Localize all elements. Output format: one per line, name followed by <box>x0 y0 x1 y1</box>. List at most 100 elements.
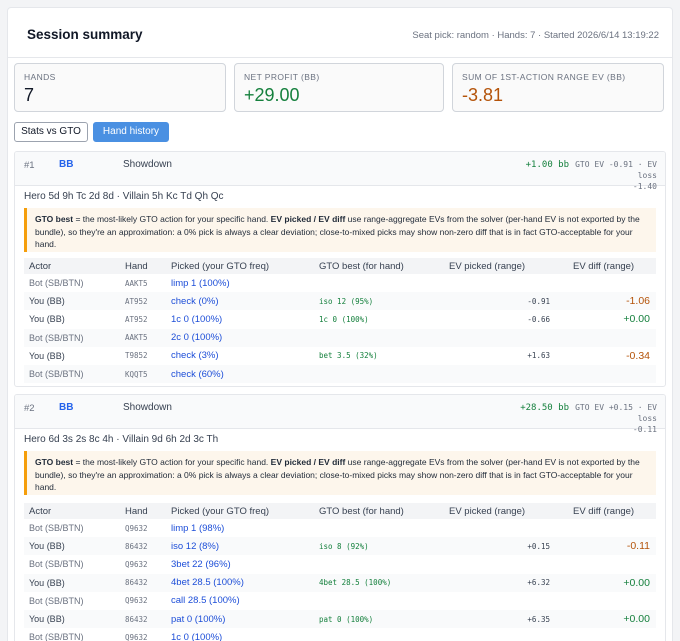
column-header: Hand <box>120 503 166 519</box>
ev-picked-cell: +6.32 <box>444 573 568 592</box>
hand-number: #1 <box>24 160 35 171</box>
table-row: Bot (SB/BTN) AAKT5 limp 1 (100%) <box>24 274 656 292</box>
ev-diff-cell <box>568 628 656 641</box>
actor-cell: Bot (SB/BTN) <box>29 559 84 570</box>
summary-header: Session summary Seat pick: random · Hand… <box>8 8 672 58</box>
actor-cell: You (BB) <box>24 573 120 592</box>
hand-cell: KQQT5 <box>120 364 166 384</box>
ev-picked-cell <box>444 274 568 292</box>
column-header: GTO best (for hand) <box>314 503 444 519</box>
tab-hand-history[interactable]: Hand history <box>93 122 169 142</box>
range-ev-card: SUM OF 1ST-ACTION RANGE EV (BB) -3.81 <box>452 63 664 112</box>
hand-card: #2 BB Showdown +28.50 bb GTO EV +0.15 · EV l… <box>14 394 666 641</box>
actor-cell: Bot (SB/BTN) <box>24 328 120 347</box>
picked-cell: limp 1 (98%) <box>171 522 225 534</box>
column-header: Picked (your GTO freq) <box>166 503 314 519</box>
note-text: = the most-likely GTO action for your sp… <box>73 214 271 224</box>
hand-cell: AAKT5 <box>125 278 148 288</box>
hand-header[interactable]: #1 BB Showdown +1.00 bb GTO EV -0.91 · EV lo… <box>15 152 665 191</box>
ev-diff-cell <box>568 274 656 292</box>
gto-best-cell: 4bet 28.5 (100%) <box>314 573 444 592</box>
picked-cell: pat 0 (100%) <box>166 609 314 629</box>
table-row: Bot (SB/BTN) AAKT5 2c 0 (100%) <box>24 328 656 347</box>
hand-cards: Hero 6d 3s 2s 8c 4h · Villain 9d 6h 2d 3… <box>24 434 219 445</box>
table-header-row: Actor Hand Picked (your GTO freq) GTO best … <box>24 258 656 274</box>
gto-best-cell: bet 3.5 (32%) <box>319 351 378 361</box>
note-term: GTO best <box>35 457 74 467</box>
hand-number: #2 <box>24 403 35 414</box>
table-row: Bot (SB/BTN) Q9632 call 28.5 (100%) <box>24 592 656 610</box>
column-header: Hand <box>120 258 166 274</box>
ev-picked-cell <box>444 328 568 347</box>
ev-diff-cell: +0.00 <box>568 609 656 629</box>
ev-diff-cell: -0.34 <box>626 349 650 362</box>
column-header: EV picked (range) <box>444 258 568 274</box>
action-table: Actor Hand Picked (your GTO freq) GTO best … <box>24 503 656 641</box>
action-table: Actor Hand Picked (your GTO freq) GTO best … <box>24 258 656 384</box>
note-text: = the most-likely GTO action for your sp… <box>73 457 271 467</box>
note-term: EV picked / EV diff <box>270 457 346 467</box>
hand-gto-summary: GTO EV +0.15 · EV loss -0.11 <box>565 402 657 435</box>
ev-picked-cell <box>444 628 568 641</box>
ev-picked-cell <box>444 364 568 384</box>
column-header: EV picked (range) <box>444 503 568 519</box>
hand-profit: +28.50 bb <box>520 403 569 413</box>
table-row: You (BB) 86432 4bet 28.5 (100%) 4bet 28.5 (… <box>24 573 656 592</box>
hand-gto-summary: GTO EV -0.91 · EV loss -1.40 <box>565 159 657 192</box>
card-value: -3.81 <box>462 85 504 105</box>
ev-picked-cell: -0.66 <box>527 314 550 324</box>
hand-cell: AT952 <box>125 314 148 324</box>
hand-position: BB <box>59 159 74 170</box>
ev-picked-cell <box>444 519 568 537</box>
card-value: 7 <box>24 85 35 105</box>
table-row: Bot (SB/BTN) Q9632 limp 1 (98%) <box>24 519 656 537</box>
actor-cell: Bot (SB/BTN) <box>29 632 84 641</box>
ev-diff-cell <box>568 555 656 573</box>
picked-cell: call 28.5 (100%) <box>171 595 240 607</box>
gto-best-cell <box>314 555 444 573</box>
gto-loss-value: -1.40 <box>632 182 657 191</box>
ev-diff-cell: +0.00 <box>568 573 656 592</box>
gto-best-cell: pat 0 (100%) <box>314 609 444 629</box>
table-row: Bot (SB/BTN) Q9632 1c 0 (100%) <box>24 628 656 641</box>
ev-diff-cell <box>568 592 656 610</box>
hand-card: #1 BB Showdown +1.00 bb GTO EV -0.91 · EV lo… <box>14 151 666 387</box>
ev-diff-cell: -0.11 <box>568 537 656 556</box>
hand-position: BB <box>59 402 74 413</box>
hand-profit: +1.00 bb <box>525 160 569 170</box>
hand-cell: T9852 <box>125 351 148 361</box>
actor-cell: You (BB) <box>24 292 120 311</box>
ev-picked-cell: +0.15 <box>444 537 568 556</box>
ev-diff-cell: -1.06 <box>568 292 656 311</box>
tab-stats-vs-gto[interactable]: Stats vs GTO <box>14 122 88 142</box>
table-row: You (BB) AT952 1c 0 (100%) 1c 0 (100%) -0.66… <box>24 310 656 328</box>
hand-cell: Q9632 <box>125 523 148 533</box>
ev-picked-cell <box>444 555 568 573</box>
note-term: GTO best <box>35 214 74 224</box>
card-label: HANDS <box>24 72 56 82</box>
column-header: Actor <box>24 503 120 519</box>
actor-cell: Bot (SB/BTN) <box>29 278 84 289</box>
hand-cell: Q9632 <box>125 632 148 641</box>
table-row: Bot (SB/BTN) Q9632 3bet 22 (96%) <box>24 555 656 573</box>
note-term: EV picked / EV diff <box>270 214 346 224</box>
ev-diff-cell <box>568 364 656 384</box>
hand-cell: Q9632 <box>125 596 148 606</box>
hand-cards: Hero 5d 9h Tc 2d 8d · Villain 5h Kc Td Q… <box>24 191 224 202</box>
ev-diff-cell <box>568 328 656 347</box>
gto-best-cell <box>314 519 444 537</box>
hand-header[interactable]: #2 BB Showdown +28.50 bb GTO EV +0.15 · EV l… <box>15 395 665 434</box>
table-row: You (BB) 86432 iso 12 (8%) iso 8 (92%) +0.15… <box>24 537 656 556</box>
ev-picked-cell: +6.35 <box>444 609 568 629</box>
actor-cell: Bot (SB/BTN) <box>29 523 84 534</box>
hand-cell: 86432 <box>120 537 166 556</box>
picked-cell: 2c 0 (100%) <box>166 328 314 347</box>
hand-cell: AAKT5 <box>120 328 166 347</box>
gto-note: GTO best = the most-likely GTO action fo… <box>24 451 656 495</box>
table-row: Bot (SB/BTN) KQQT5 check (60%) <box>24 364 656 384</box>
actor-cell: You (BB) <box>29 350 65 361</box>
column-header: Actor <box>24 258 120 274</box>
column-header: EV diff (range) <box>568 258 656 274</box>
ev-picked-cell: -0.91 <box>444 292 568 311</box>
hand-cell: 86432 <box>120 573 166 592</box>
